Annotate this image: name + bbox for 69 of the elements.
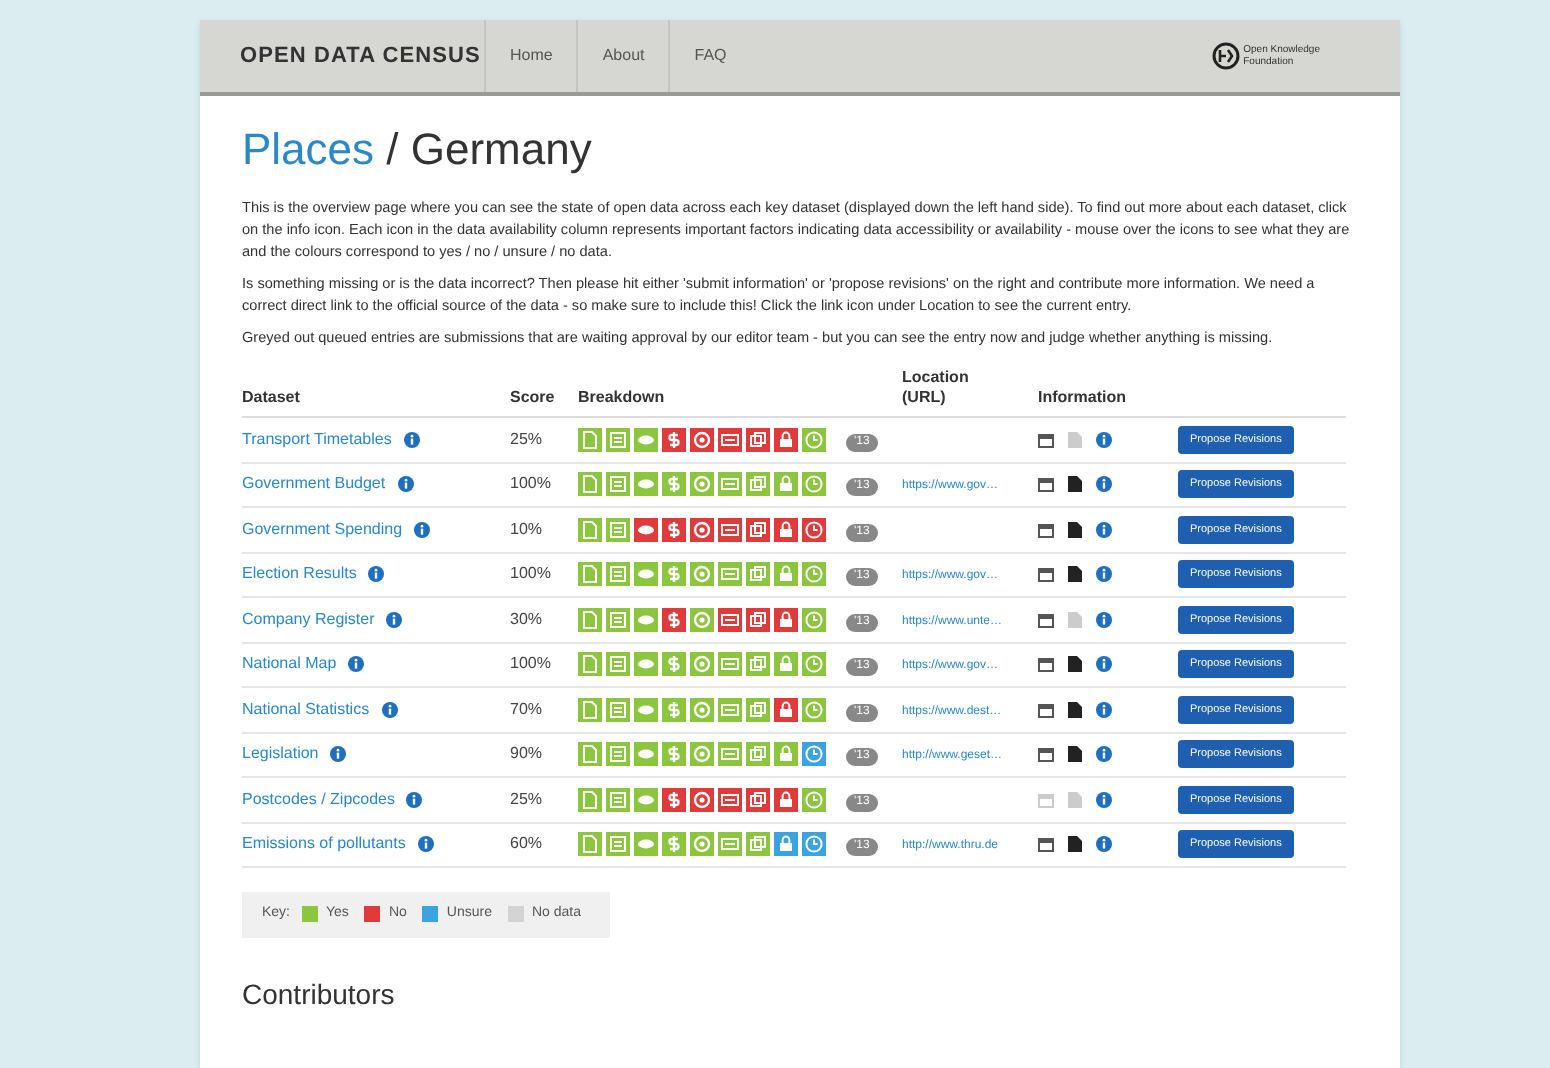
- calendar-icon[interactable]: [1038, 431, 1054, 448]
- breadcrumb-link[interactable]: Places: [242, 124, 375, 174]
- info-icon[interactable]: [1096, 836, 1112, 853]
- section-heading: Contributors: [242, 975, 397, 1013]
- nav-link[interactable]: About: [576, 20, 669, 92]
- info-icon[interactable]: [1096, 791, 1112, 808]
- dataset-link[interactable]: Company Register: [242, 607, 375, 632]
- document-icon[interactable]: [1068, 701, 1082, 718]
- info-icon[interactable]: [386, 611, 403, 628]
- column-header: Dataset: [242, 388, 300, 406]
- dataset-link[interactable]: Legislation: [242, 742, 319, 767]
- document-icon[interactable]: [1068, 836, 1082, 853]
- info-icon[interactable]: [1096, 476, 1112, 493]
- document-icon[interactable]: [1068, 521, 1082, 538]
- score-text: 10%: [510, 519, 543, 538]
- column-header: Information: [1038, 388, 1126, 406]
- calendar-icon[interactable]: [1038, 701, 1054, 718]
- dataset-link[interactable]: National Map: [242, 652, 337, 677]
- calendar-icon[interactable]: [1038, 656, 1054, 673]
- calendar-icon[interactable]: [1038, 566, 1054, 583]
- info-icon[interactable]: [417, 836, 434, 853]
- score-text: 100%: [510, 654, 551, 673]
- info-icon[interactable]: [1096, 611, 1112, 628]
- info-icon[interactable]: [381, 701, 398, 718]
- score-text: 60%: [510, 834, 543, 853]
- document-icon[interactable]: [1068, 476, 1082, 493]
- info-icon[interactable]: [1096, 431, 1112, 448]
- site-logo[interactable]: OPEN DATA CENSUS: [240, 39, 484, 73]
- info-icon[interactable]: [1096, 656, 1112, 673]
- score-text: 25%: [510, 789, 543, 808]
- score-text: 70%: [510, 699, 543, 718]
- dataset-link[interactable]: Emissions of pollutants: [242, 832, 406, 857]
- dataset-link[interactable]: Government Spending: [242, 517, 403, 542]
- info-icon[interactable]: [348, 656, 365, 673]
- document-icon[interactable]: [1068, 656, 1082, 673]
- info-icon[interactable]: [368, 566, 385, 583]
- info-icon[interactable]: [1096, 746, 1112, 763]
- info-icon[interactable]: [406, 791, 423, 808]
- score-text: 100%: [510, 474, 551, 493]
- page-title: / Germany: [384, 124, 592, 174]
- info-icon[interactable]: [414, 521, 431, 538]
- foundation-logo-icon: [1211, 42, 1240, 70]
- dataset-link[interactable]: Government Budget: [242, 472, 386, 497]
- score-text: 90%: [510, 744, 543, 763]
- document-icon[interactable]: [1068, 566, 1082, 583]
- nav-link[interactable]: Home: [484, 20, 577, 92]
- score-text: 100%: [510, 564, 551, 583]
- dataset-link[interactable]: Election Results: [242, 562, 357, 587]
- nav-link[interactable]: FAQ: [668, 20, 751, 92]
- info-icon[interactable]: [403, 431, 420, 448]
- column-header: Score: [510, 388, 555, 406]
- dataset-link[interactable]: National Statistics: [242, 697, 370, 722]
- info-icon[interactable]: [1096, 521, 1112, 538]
- calendar-icon[interactable]: [1038, 836, 1054, 853]
- calendar-icon[interactable]: [1038, 611, 1054, 628]
- dataset-link[interactable]: Transport Timetables: [242, 427, 392, 452]
- column-header: Breakdown: [578, 388, 665, 406]
- column-header: Location (URL): [902, 368, 971, 408]
- score-text: 30%: [510, 609, 543, 628]
- info-icon[interactable]: [397, 476, 414, 493]
- score-text: 25%: [510, 429, 543, 448]
- dataset-link[interactable]: Postcodes / Zipcodes: [242, 787, 395, 812]
- calendar-icon[interactable]: [1038, 521, 1054, 538]
- info-icon[interactable]: [1096, 701, 1112, 718]
- calendar-icon[interactable]: [1038, 476, 1054, 493]
- info-icon[interactable]: [330, 746, 347, 763]
- calendar-icon[interactable]: [1038, 746, 1054, 763]
- document-icon[interactable]: [1068, 746, 1082, 763]
- info-icon[interactable]: [1096, 566, 1112, 583]
